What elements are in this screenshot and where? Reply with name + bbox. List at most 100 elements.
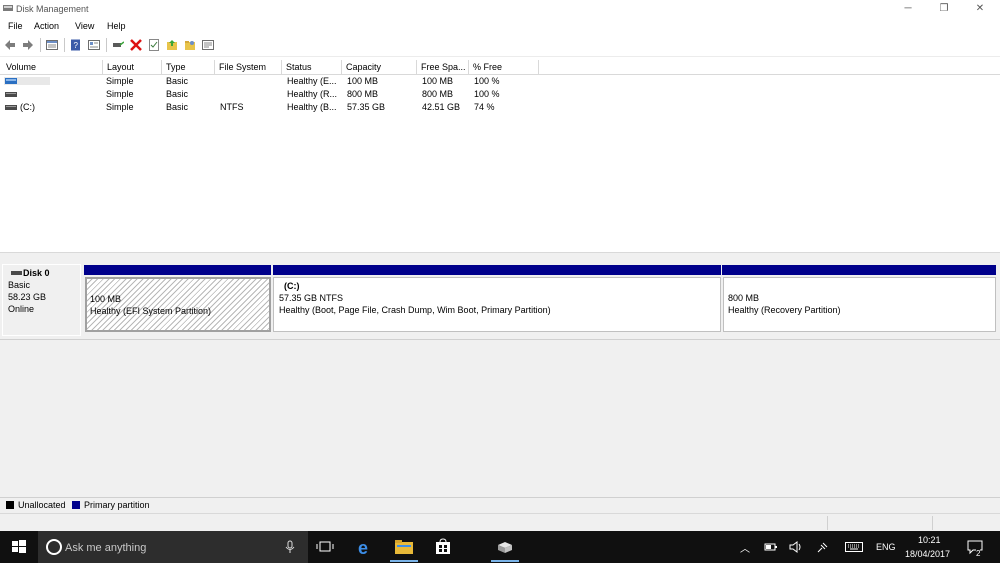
active-indicator [390, 560, 418, 562]
legend-bar [0, 497, 1000, 513]
list-view-icon[interactable] [46, 39, 58, 51]
menu-action[interactable]: Action [34, 21, 59, 31]
partition-c-header [273, 265, 721, 275]
column-free-space[interactable]: Free Spa... [417, 60, 469, 74]
partition-size: 57.35 GB NTFS [279, 293, 344, 303]
menu-bar [0, 18, 1000, 35]
close-button[interactable]: ✕ [962, 0, 998, 18]
toolbar-separator [106, 38, 107, 52]
back-arrow-icon[interactable] [4, 39, 16, 51]
row-capacity: 100 MB [347, 76, 379, 86]
row-capacity: 57.35 GB [347, 102, 386, 112]
menu-view[interactable]: View [75, 21, 94, 31]
status-bar [0, 513, 1000, 532]
title-bar [0, 0, 1000, 18]
column-type[interactable]: Type [162, 60, 215, 74]
row-free-space: 100 MB [422, 76, 454, 86]
volume-icon[interactable] [789, 541, 803, 553]
chevron-up-icon[interactable]: ︿ [740, 540, 750, 555]
row-layout: Simple [106, 89, 134, 99]
cortana-icon[interactable] [45, 538, 63, 556]
maximize-button[interactable]: ❐ [926, 0, 962, 18]
row-capacity: 800 MB [347, 89, 379, 99]
folder-up-icon[interactable] [166, 39, 178, 51]
menu-help[interactable]: Help [107, 21, 126, 31]
row-volume: (C:) [20, 102, 35, 112]
disk-management-icon [3, 5, 13, 11]
disk-icon [11, 271, 22, 275]
battery-icon[interactable] [764, 542, 778, 552]
row-status: Healthy (R... [287, 89, 338, 99]
svg-text:?: ? [74, 41, 79, 50]
connect-icon[interactable] [112, 39, 124, 51]
file-explorer-icon[interactable] [395, 539, 413, 555]
check-icon[interactable] [148, 39, 160, 51]
partition-recovery[interactable]: 800 MB Healthy (Recovery Partition) [723, 277, 996, 332]
folder-icon[interactable] [184, 39, 196, 51]
store-icon[interactable] [435, 538, 451, 555]
disk-label[interactable]: Disk 0 Basic 58.23 GB Online [2, 264, 81, 336]
column-volume[interactable]: Volume [2, 60, 103, 74]
legend-unallocated-label: Unallocated [18, 500, 66, 510]
toolbar-separator [40, 38, 41, 52]
row-type: Basic [166, 76, 189, 86]
properties-icon[interactable] [88, 39, 100, 51]
disk-management-taskbar-icon[interactable] [496, 539, 514, 555]
disk-name: Disk 0 [23, 268, 50, 278]
status-divider [827, 516, 828, 530]
column-layout[interactable]: Layout [103, 60, 162, 74]
keyboard-icon[interactable] [845, 542, 863, 552]
console-icon[interactable] [202, 39, 214, 51]
partition-status: Healthy (Boot, Page File, Crash Dump, Wi… [279, 305, 551, 315]
clock-date[interactable]: 18/04/2017 [905, 549, 950, 559]
table-row[interactable]: Simple Basic Healthy (E... 100 MB 100 MB… [2, 75, 538, 88]
clock-time[interactable]: 10:21 [918, 535, 941, 545]
microphone-icon[interactable] [285, 540, 295, 554]
legend-primary-swatch [72, 501, 80, 509]
language-indicator[interactable]: ENG [876, 542, 896, 552]
task-view-icon[interactable] [316, 540, 334, 554]
row-status: Healthy (B... [287, 102, 337, 112]
delete-icon[interactable] [130, 39, 142, 51]
column-percent-free[interactable]: % Free [469, 60, 539, 74]
row-file-system: NTFS [220, 102, 244, 112]
help-icon[interactable]: ? [70, 39, 82, 51]
toolbar-separator [64, 38, 65, 52]
row-status: Healthy (E... [287, 76, 337, 86]
partition-status: Healthy (Recovery Partition) [728, 305, 841, 315]
column-status[interactable]: Status [282, 60, 342, 74]
network-icon[interactable] [816, 540, 830, 554]
column-capacity[interactable]: Capacity [342, 60, 417, 74]
table-row[interactable]: (C:) Simple Basic NTFS Healthy (B... 57.… [2, 101, 538, 114]
volume-drive-icon [5, 78, 17, 84]
row-free-space: 800 MB [422, 89, 454, 99]
row-layout: Simple [106, 102, 134, 112]
status-divider [932, 516, 933, 530]
partition-efi[interactable]: 100 MB Healthy (EFI System Partition) [85, 277, 271, 332]
edge-browser-icon[interactable]: e [357, 538, 375, 556]
partition-title: (C:) [284, 281, 300, 291]
column-file-system[interactable]: File System [215, 60, 282, 74]
row-type: Basic [166, 89, 189, 99]
notification-icon[interactable] [967, 539, 983, 555]
row-percent-free: 100 % [474, 89, 500, 99]
partition-size: 100 MB [90, 294, 122, 304]
notification-count: 2 [976, 549, 981, 558]
disk-type: Basic [8, 280, 31, 290]
volume-drive-icon [5, 105, 17, 110]
windows-start-icon[interactable] [0, 531, 38, 563]
legend-unallocated-swatch [6, 501, 14, 509]
partition-recovery-header [722, 265, 996, 275]
row-percent-free: 74 % [474, 102, 495, 112]
minimize-button[interactable]: ─ [890, 0, 926, 18]
row-layout: Simple [106, 76, 134, 86]
search-input[interactable]: Ask me anything [65, 542, 146, 554]
legend-primary-label: Primary partition [84, 500, 150, 510]
row-free-space: 42.51 GB [422, 102, 461, 112]
disk-map-empty-area [0, 339, 1000, 497]
partition-c[interactable]: (C:) 57.35 GB NTFS Healthy (Boot, Page F… [273, 277, 721, 332]
table-row[interactable]: Simple Basic Healthy (R... 800 MB 800 MB… [2, 88, 538, 101]
forward-arrow-icon[interactable] [22, 39, 34, 51]
menu-file[interactable]: File [8, 21, 23, 31]
partition-size: 800 MB [728, 293, 760, 303]
